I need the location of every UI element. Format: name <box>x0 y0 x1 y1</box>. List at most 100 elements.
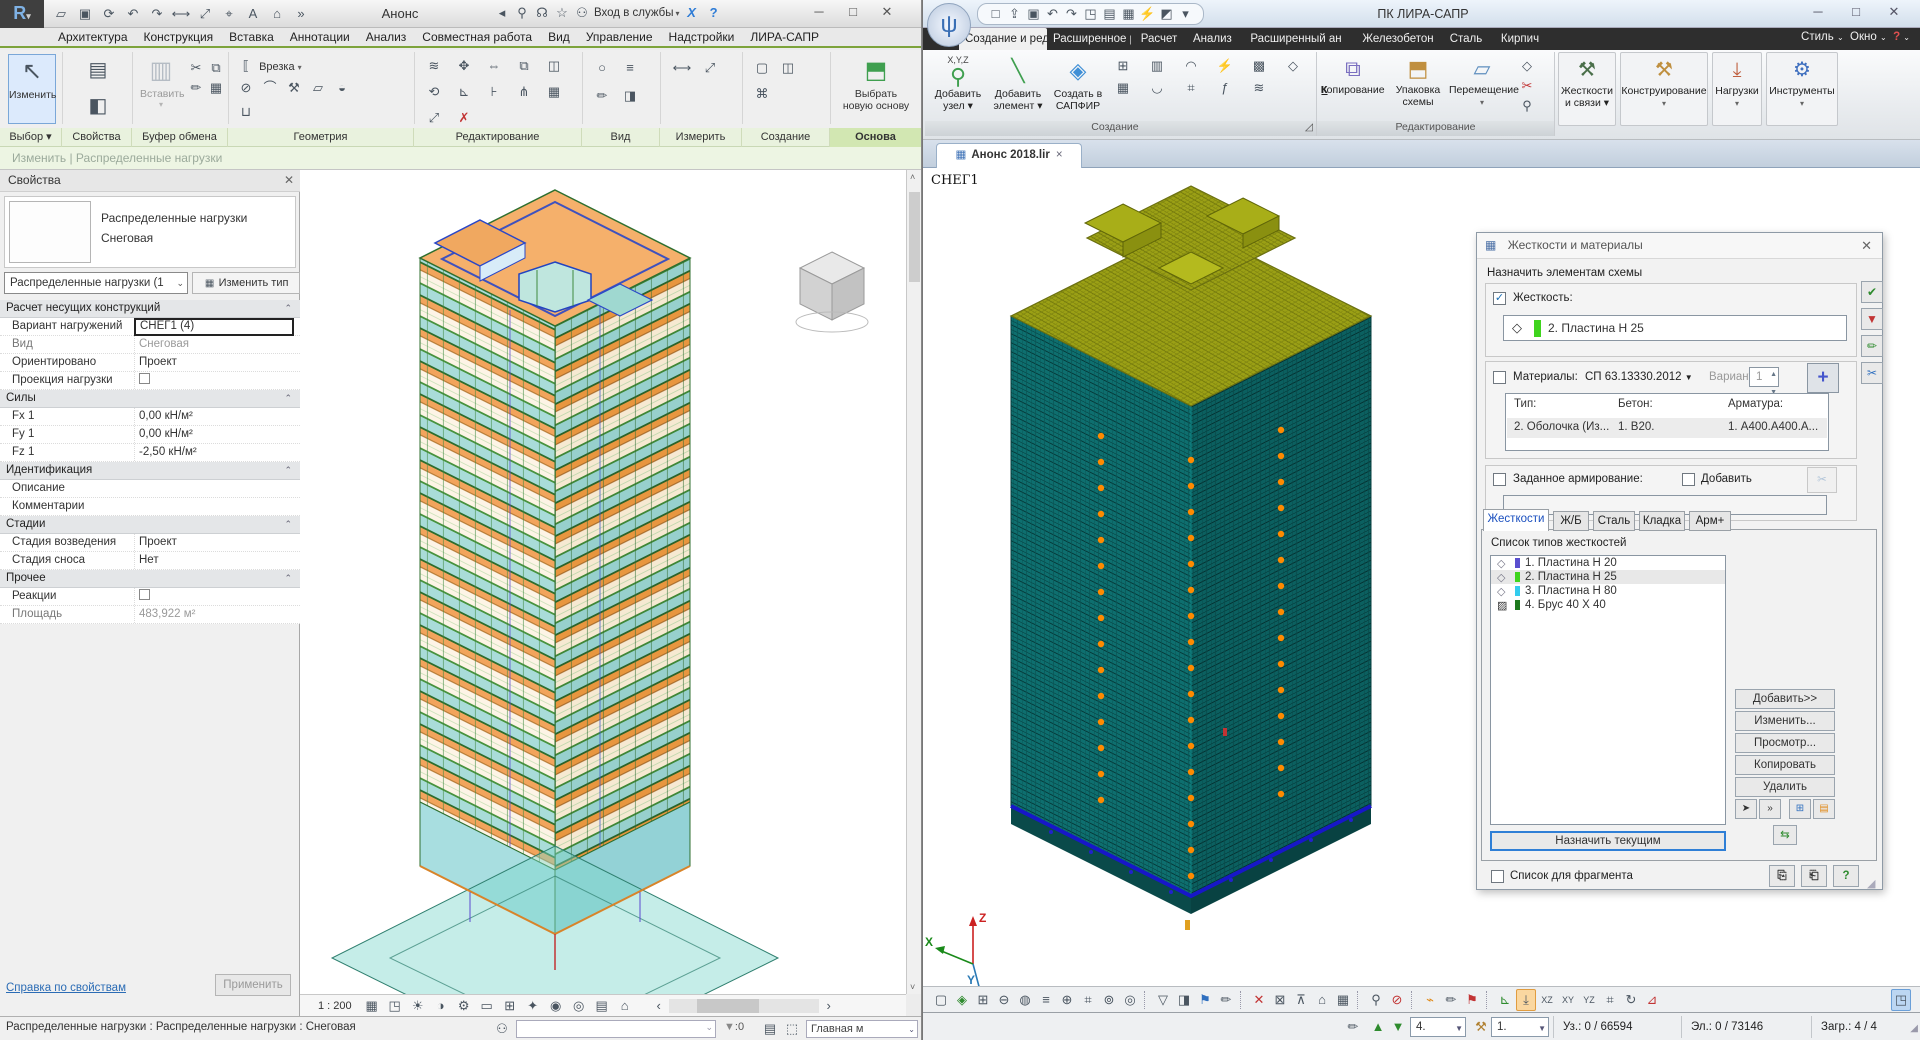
collapse-icon[interactable]: ⌃ <box>284 516 292 533</box>
xy-view-icon[interactable]: XY <box>1558 990 1578 1010</box>
revit-app-menu-button[interactable]: R▾ <box>0 0 44 28</box>
analytical-icon[interactable]: ▤ <box>592 996 612 1016</box>
menu-help[interactable]: ? <box>1893 31 1900 43</box>
assign-current-button[interactable]: Назначить текущим <box>1490 831 1726 851</box>
add-element-button[interactable]: ╲ Добавитьэлемент ▾ <box>989 54 1047 112</box>
property-value[interactable] <box>134 372 294 389</box>
resize-grip[interactable]: ◢ <box>1867 877 1875 890</box>
property-checkbox[interactable] <box>139 373 150 384</box>
volume-3d-icon[interactable]: ◳ <box>1891 989 1911 1011</box>
select-frame-icon[interactable]: ⊞ <box>973 990 993 1010</box>
mesh-edit-icon[interactable]: ✏ <box>1343 1017 1363 1037</box>
property-section[interactable]: Прочее⌃ <box>0 570 300 588</box>
solid-icon[interactable]: ◇ <box>1283 56 1303 76</box>
iso-view-icon[interactable]: ⊾ <box>1495 990 1515 1010</box>
materials-checkbox[interactable] <box>1493 371 1506 384</box>
property-section[interactable]: Стадии⌃ <box>0 516 300 534</box>
dialog-tab-Сталь[interactable]: Сталь <box>1593 511 1635 531</box>
split-icon[interactable]: ⋔ <box>514 82 534 102</box>
match-icon[interactable]: ✏ <box>186 78 206 98</box>
property-value[interactable]: Нет <box>134 552 294 569</box>
scrollbar-thumb[interactable] <box>909 192 920 282</box>
stiffness-list[interactable]: ◇1. Пластина Н 20◇2. Пластина Н 25◇3. Пл… <box>1490 555 1726 825</box>
property-row[interactable]: Стадия возведенияПроект <box>0 534 300 552</box>
property-value[interactable]: 0,00 кН/м² <box>134 426 294 443</box>
type-properties-icon[interactable]: ◧ <box>83 92 113 120</box>
dialog-titlebar[interactable]: ▦ Жесткости и материалы ✕ <box>1477 233 1882 259</box>
property-row[interactable]: Fy 10,00 кН/м² <box>0 426 300 444</box>
selection-filter[interactable]: ▼:0 <box>724 1021 744 1033</box>
signin-label[interactable]: Вход в службы <box>594 7 674 19</box>
move-button[interactable]: ▱ Перемещение▾ <box>1449 54 1515 109</box>
select-node-icon[interactable]: ◈ <box>952 990 972 1010</box>
copy-button[interactable]: ⧉ ККопирование <box>1321 54 1385 96</box>
favorites-icon[interactable]: ☆ <box>552 3 572 23</box>
property-value[interactable]: Проект <box>134 354 294 371</box>
refresh-button[interactable]: ⇆ <box>1773 825 1797 845</box>
property-row[interactable]: Fx 10,00 кН/м² <box>0 408 300 426</box>
stage-combo[interactable]: 1.▼ <box>1491 1017 1549 1037</box>
tab-Аннотации[interactable]: Аннотации <box>282 27 358 47</box>
model-3d-icon[interactable]: ◳ <box>1081 4 1100 24</box>
apply-selection-button[interactable]: » <box>1759 799 1781 819</box>
redo-icon[interactable]: ↷ <box>146 3 168 25</box>
reinforcement-checkbox[interactable] <box>1493 473 1506 486</box>
tab-Анализ[interactable]: Анализ <box>1187 28 1237 50</box>
property-row[interactable]: Площадь483,922 м² <box>0 606 300 624</box>
add-material-button[interactable]: + <box>1807 363 1839 393</box>
image-icon[interactable]: ▦ <box>1119 4 1138 24</box>
array-icon[interactable]: ▦ <box>544 82 564 102</box>
loadcase-combo[interactable]: 4.▼ <box>1410 1017 1466 1037</box>
lock-view-icon[interactable]: ✦ <box>523 996 543 1016</box>
overflow-icon[interactable]: » <box>290 3 312 25</box>
tag-icon[interactable]: ⌖ <box>218 3 240 25</box>
properties-palette-icon[interactable]: ▤ <box>83 56 113 84</box>
exclude-options-icon[interactable]: ⬚ <box>782 1019 802 1039</box>
property-row[interactable]: Описание <box>0 480 300 498</box>
back-icon[interactable]: ◂ <box>492 3 512 23</box>
panel-label-4[interactable]: Редактирование <box>414 128 582 147</box>
tab-Создание и реда[interactable]: Создание и реда <box>959 28 1047 50</box>
generate-icon[interactable]: ⚡ <box>1215 56 1235 76</box>
grid-select-icon[interactable]: ⌗ <box>1078 990 1098 1010</box>
add-checkbox[interactable] <box>1682 473 1695 486</box>
property-section[interactable]: Расчет несущих конструкций⌃ <box>0 300 300 318</box>
target-icon[interactable]: ◎ <box>1120 990 1140 1010</box>
property-row[interactable]: Стадия сносаНет <box>0 552 300 570</box>
block-icon[interactable]: ⊚ <box>1099 990 1119 1010</box>
property-value[interactable]: 483,922 м² <box>134 606 294 623</box>
property-row[interactable]: Fz 1-2,50 кН/м² <box>0 444 300 462</box>
signin-dropdown-icon[interactable]: ▾ <box>676 9 680 18</box>
mesh-view-icon[interactable]: ▦ <box>1333 990 1353 1010</box>
plan-view-icon[interactable]: ⤓ <box>1516 989 1536 1011</box>
dialog-button-2[interactable]: Просмотр... <box>1735 733 1835 753</box>
group-icon[interactable]: ▢ <box>752 58 772 78</box>
dialog-tab-Ж/Б[interactable]: Ж/Б <box>1553 511 1589 531</box>
maximize-button[interactable]: □ <box>836 0 870 26</box>
flag-icon[interactable]: ⚑ <box>1195 990 1215 1010</box>
resize-grip[interactable]: ◢ <box>1910 1023 1918 1034</box>
scale-icon[interactable]: ⤢ <box>424 108 444 128</box>
property-section[interactable]: Силы⌃ <box>0 390 300 408</box>
worksharing-icon[interactable]: ⌂ <box>615 996 635 1016</box>
tab-Вставка[interactable]: Вставка <box>221 27 282 47</box>
delete-icon[interactable]: ✗ <box>454 108 474 128</box>
property-value[interactable]: 0,00 кН/м² <box>134 408 294 425</box>
dialog-tab-Кладка[interactable]: Кладка <box>1639 511 1685 531</box>
rotate-view-icon[interactable]: ↻ <box>1621 990 1641 1010</box>
property-value[interactable] <box>134 588 294 605</box>
assembly-icon[interactable]: ◫ <box>778 58 798 78</box>
copy-icon[interactable]: ⧉ <box>514 56 534 76</box>
scroll-up-icon[interactable]: ˄ <box>910 172 915 182</box>
measure-icon[interactable]: ⟷ <box>170 3 192 25</box>
demolish-icon[interactable]: ⚒ <box>284 78 304 98</box>
property-section[interactable]: Идентификация⌃ <box>0 462 300 480</box>
properties-close-icon[interactable]: ✕ <box>284 170 294 191</box>
copy-clip-icon[interactable]: ⧉ <box>206 58 226 78</box>
stiffness-links-button[interactable]: ⚒ Жесткостии связи ▾ <box>1558 52 1616 126</box>
search-icon[interactable]: ⚲ <box>512 3 532 23</box>
copy-special-button[interactable]: ⎗ <box>1801 865 1827 887</box>
function-icon[interactable]: ƒ <box>1215 78 1235 98</box>
close-button[interactable]: ✕ <box>870 0 904 26</box>
crop-region-icon[interactable]: ⊞ <box>500 996 520 1016</box>
